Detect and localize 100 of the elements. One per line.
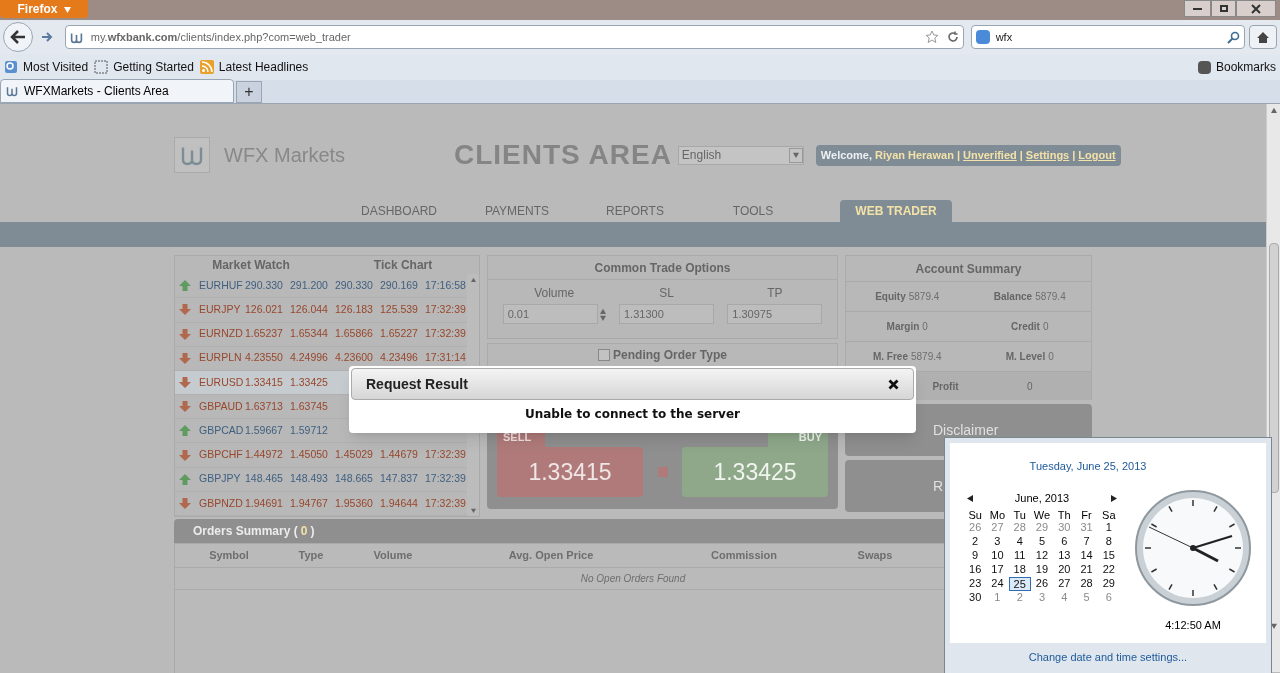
next-month-icon[interactable] — [1111, 494, 1118, 502]
spinner-control[interactable] — [599, 307, 606, 321]
nav-tab[interactable]: PAYMENTS — [458, 200, 576, 222]
calendar-day[interactable]: 3 — [986, 535, 1009, 549]
month-title[interactable]: June, 2013 — [1014, 489, 1070, 507]
calendar-day[interactable]: 28 — [1008, 521, 1031, 535]
scroll-up-icon[interactable] — [470, 277, 476, 283]
spin-up-icon[interactable] — [599, 307, 606, 314]
calendar-day[interactable]: 29 — [1097, 577, 1120, 591]
calendar-day[interactable]: 13 — [1053, 549, 1076, 563]
column-header: Type — [298, 548, 324, 564]
calendar-day[interactable]: 19 — [1030, 563, 1054, 577]
market-row[interactable]: EURHUF 290.330 291.200 290.330 290.169 17:16:58 — [175, 274, 467, 299]
market-row[interactable]: GBPNZD 1.94691 1.94767 1.95360 1.94644 17:32:39 — [175, 491, 467, 516]
calendar-day[interactable]: 8 — [1097, 535, 1120, 549]
calendar-day[interactable]: 10 — [986, 549, 1009, 563]
market-row[interactable]: EURJPY 126.021 126.044 126.183 125.539 17:32:39 — [175, 298, 467, 323]
home-button[interactable] — [1249, 25, 1277, 49]
down-arrow-icon — [179, 401, 191, 413]
close-button[interactable] — [1236, 0, 1276, 17]
calendar-day[interactable]: 5 — [1030, 535, 1054, 549]
calendar-day[interactable]: 12 — [1030, 549, 1054, 563]
close-icon[interactable] — [888, 378, 899, 390]
low-cell-text: 147.837 — [380, 471, 419, 487]
calendar-day[interactable]: 4 — [1053, 591, 1076, 605]
bookmark-link[interactable]: Latest Headlines — [218, 58, 309, 76]
calendar-day[interactable]: 28 — [1075, 577, 1098, 591]
back-button[interactable] — [3, 22, 33, 52]
time-cell: 17:32:39 — [425, 447, 467, 463]
browser-tab[interactable]: WFXMarkets - Clients Area — [0, 79, 234, 103]
calendar-day[interactable]: 7 — [1075, 535, 1098, 549]
calendar-day[interactable]: 21 — [1075, 563, 1098, 577]
summary-value: 5879.4 — [910, 350, 942, 364]
nav-tab[interactable]: REPORTS — [576, 200, 694, 222]
address-bar[interactable]: my.wfxbank.com/clients/index.php?com=web_trader — [64, 25, 964, 49]
calendar-day[interactable]: 27 — [1053, 577, 1076, 591]
market-row[interactable]: GBPCHF 1.44972 1.45050 1.45029 1.44679 17:32:39 — [175, 443, 467, 468]
feed-icon — [199, 60, 214, 74]
calendar-day[interactable]: 29 — [1030, 521, 1054, 535]
reload-icon[interactable] — [946, 31, 959, 43]
calendar-day[interactable]: 17 — [986, 563, 1009, 577]
spin-down-icon[interactable] — [599, 314, 606, 321]
calendar-day[interactable]: 16 — [964, 563, 987, 577]
weekday-label: Fr — [1080, 508, 1093, 521]
calendar-day[interactable]: 27 — [986, 521, 1009, 535]
checkbox[interactable] — [598, 349, 611, 361]
calendar-day[interactable]: 6 — [1053, 535, 1076, 549]
firefox-menu-button[interactable]: Firefox — [0, 0, 88, 18]
bookmarks-icon — [1197, 60, 1211, 74]
calendar-day[interactable]: 5 — [1075, 591, 1098, 605]
minimize-button[interactable] — [1184, 0, 1211, 17]
calendar-day[interactable]: 30 — [1053, 521, 1076, 535]
calendar-day[interactable]: 6 — [1097, 591, 1120, 605]
nav-tab[interactable]: DASHBOARD — [340, 200, 458, 222]
market-row[interactable]: EURNZD 1.65237 1.65344 1.65866 1.65227 17:32:39 — [175, 322, 467, 347]
calendar-day[interactable]: 2 — [964, 535, 987, 549]
previous-month-icon[interactable] — [966, 494, 973, 502]
current-date-link[interactable]: Tuesday, June 25, 2013 — [1029, 457, 1147, 475]
bookmark-link[interactable]: Getting Started — [113, 58, 194, 76]
bookmark-link[interactable]: Most Visited — [23, 58, 89, 76]
calendar-day[interactable]: 20 — [1053, 563, 1076, 577]
new-tab-button[interactable]: + — [236, 81, 262, 103]
calendar-day[interactable]: 4 — [1008, 535, 1031, 549]
summary-label: Margin — [886, 320, 920, 334]
calendar-day[interactable]: 18 — [1008, 563, 1031, 577]
calendar-day[interactable]: 22 — [1097, 563, 1120, 577]
calendar-day[interactable]: 14 — [1075, 549, 1098, 563]
calendar-day[interactable]: 26 — [1030, 577, 1054, 591]
star-icon[interactable] — [924, 30, 939, 44]
input-field[interactable]: 0.01 — [502, 304, 598, 324]
calendar-day[interactable]: 11 — [1008, 549, 1031, 563]
nav-tab[interactable]: TOOLS — [694, 200, 812, 222]
spread-icon — [657, 467, 668, 477]
calendar-day[interactable]: 1 — [986, 591, 1009, 605]
search-engine-icon[interactable] — [975, 30, 990, 44]
panel-tab[interactable]: Tick Chart — [327, 256, 479, 275]
calendar-day[interactable]: 9 — [964, 549, 987, 563]
restore-button[interactable] — [1211, 0, 1236, 17]
scroll-down-icon[interactable] — [470, 508, 476, 513]
calendar-day[interactable]: 26 — [964, 521, 987, 535]
bookmarks-menu[interactable]: Bookmarks — [1215, 58, 1276, 76]
calendar-day[interactable]: 2 — [1008, 591, 1031, 605]
input-field[interactable]: 1.31300 — [619, 304, 714, 324]
calendar-day[interactable]: 15 — [1097, 549, 1120, 563]
close-icon — [1251, 3, 1261, 14]
input-field[interactable]: 1.30975 — [727, 304, 823, 324]
symbol-cell: GBPCHF — [199, 447, 243, 463]
calendar-day[interactable]: 31 — [1075, 521, 1098, 535]
calendar-day[interactable]: 25 — [1008, 577, 1031, 591]
language-select[interactable]: English — [677, 145, 804, 165]
calendar-day[interactable]: 30 — [964, 591, 987, 605]
scroll-up-icon[interactable] — [1270, 107, 1277, 113]
calendar-day[interactable]: 3 — [1030, 591, 1054, 605]
calendar-day[interactable]: 23 — [964, 577, 987, 591]
date-settings-link[interactable]: Change date and time settings... — [1028, 648, 1188, 666]
search-field[interactable]: wfx — [970, 25, 1246, 49]
search-icon[interactable] — [1227, 30, 1241, 44]
calendar-day[interactable]: 1 — [1097, 521, 1120, 535]
market-row[interactable]: GBPJPY 148.465 148.493 148.665 147.837 17:32:39 — [175, 467, 467, 492]
calendar-day[interactable]: 24 — [986, 577, 1009, 591]
